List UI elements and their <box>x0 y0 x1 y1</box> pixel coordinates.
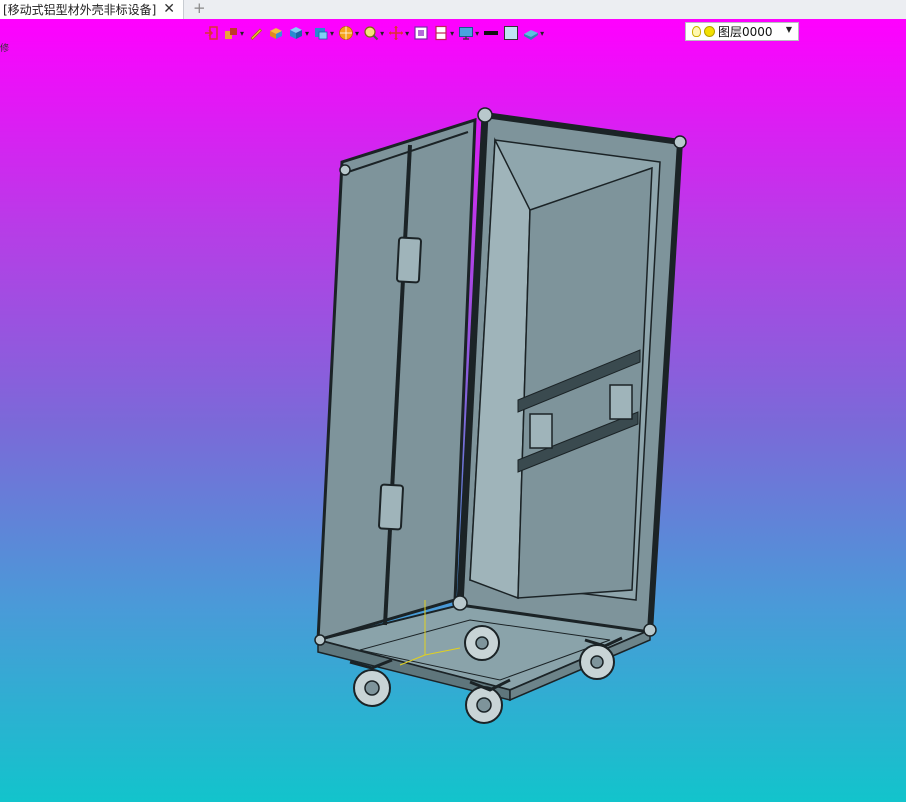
corner-ball <box>643 623 657 637</box>
corner-ball <box>452 595 468 611</box>
3d-model[interactable] <box>0 19 906 802</box>
latch-left <box>529 413 553 449</box>
close-icon[interactable]: ✕ <box>163 0 175 18</box>
corner-ball <box>477 107 493 123</box>
3d-viewport[interactable]: 修 ▾ ▾ ▾ ▾ ▾ ▾ ▾ ▾ ▾ 图层0000 ▼ <box>0 19 906 802</box>
corner-ball <box>673 135 687 149</box>
corner-ball <box>314 634 326 646</box>
document-tab-title: [移动式铝型材外壳非标设备] <box>3 3 157 17</box>
latch-right <box>609 384 633 420</box>
door-handle-upper <box>396 236 422 284</box>
corner-ball <box>339 164 351 176</box>
add-tab-icon[interactable]: + <box>193 0 206 17</box>
caster-wheel <box>464 625 500 661</box>
document-tab[interactable]: [移动式铝型材外壳非标设备] ✕ <box>0 0 184 19</box>
door-handle-lower <box>378 483 404 531</box>
tab-bar: [移动式铝型材外壳非标设备] ✕ + <box>0 0 906 20</box>
